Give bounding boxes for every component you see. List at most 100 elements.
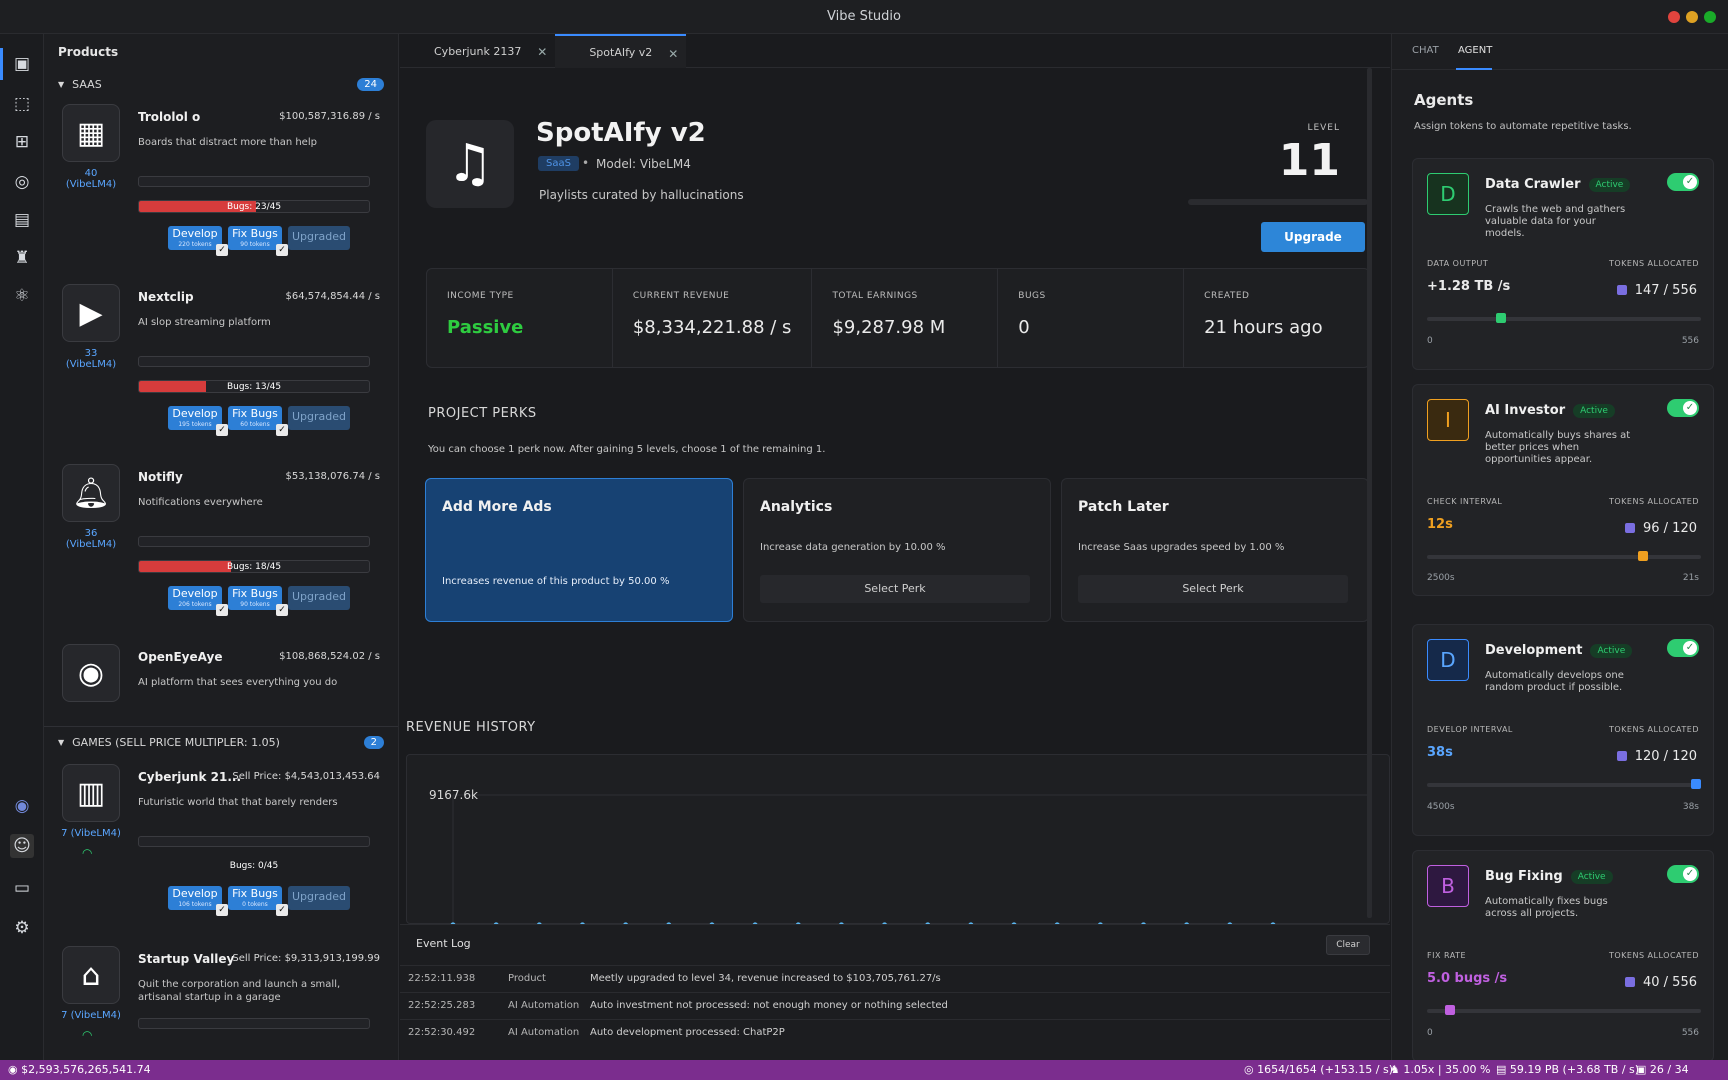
upgrade-button[interactable]: Upgrade (1261, 222, 1365, 252)
tokens-slider[interactable] (1427, 313, 1701, 323)
database-icon: ▤ (1496, 1063, 1510, 1076)
product-level: 7 (VibeLM4) (61, 828, 121, 839)
agent-desc: Automatically develops one random produc… (1485, 670, 1624, 693)
perk-card-add-more-ads[interactable]: Add More Ads Increases revenue of this p… (425, 478, 733, 622)
develop-button[interactable]: Develop 206 tokens ✓ (168, 586, 228, 616)
product-card[interactable]: ▥ 7 (VibeLM4) ◠ Cyberjunk 21... Sell Pri… (58, 764, 388, 944)
tokens-slider[interactable] (1427, 1005, 1701, 1015)
agent-avatar: I (1427, 399, 1469, 441)
tab-spotaify[interactable]: SpotAIfy v2 ✕ (555, 34, 687, 68)
target-icon[interactable]: ◎ (10, 170, 34, 194)
perk-desc: Increase data generation by 10.00 % (760, 542, 946, 553)
fix-bugs-button[interactable]: Fix Bugs 90 tokens ✓ (228, 586, 288, 616)
slider-max: 556 (1681, 336, 1699, 346)
discord-icon[interactable]: ◉ (10, 794, 34, 818)
checkbox[interactable]: ✓ (276, 904, 288, 916)
perk-desc: Increase Saas upgrades speed by 1.00 % (1078, 542, 1285, 553)
product-card[interactable]: ⌂ 7 (VibeLM4) ◠ Startup Valley Sell Pric… (58, 946, 388, 1060)
progress-bar (138, 1018, 370, 1029)
revenue-chart: 9167.6k (406, 754, 1390, 924)
robot-arm-icon[interactable]: ♜ (10, 246, 34, 270)
select-perk-button[interactable]: Select Perk (760, 575, 1030, 603)
checkbox[interactable]: ✓ (216, 244, 228, 256)
ai-icon[interactable]: ▤ (10, 208, 34, 232)
log-row: 22:52:11.938 Product Meetly upgraded to le… (400, 965, 1390, 992)
tab-chat[interactable]: CHAT (1412, 45, 1439, 56)
product-card[interactable]: 🔔︎ 36 (VibeLM4) Notifly $53,138,076.74 /… (58, 464, 388, 644)
tokens-slider[interactable] (1427, 551, 1701, 561)
chip-icon[interactable]: ⬚ (10, 92, 34, 116)
close-window-button[interactable] (1668, 11, 1680, 23)
agent-card-bug-fixing: B Bug Fixing Active Automatically fixes b… (1412, 850, 1714, 1062)
checkbox[interactable]: ✓ (276, 244, 288, 256)
checkbox[interactable]: ✓ (216, 424, 228, 436)
product-rate: Sell Price: $4,543,013,453.64 (232, 771, 380, 782)
close-icon[interactable]: ✕ (668, 47, 678, 61)
select-perk-button[interactable]: Select Perk (1078, 575, 1348, 603)
tab-cyberjunk[interactable]: Cyberjunk 2137 ✕ (400, 34, 555, 68)
upgraded-button[interactable]: Upgraded (288, 886, 350, 910)
fix-bugs-button[interactable]: Fix Bugs 90 tokens ✓ (228, 226, 288, 256)
metric-label: DEVELOP INTERVAL (1427, 725, 1513, 734)
product-card[interactable]: ▶ 33 (VibeLM4) Nextclip $64,574,854.44 /… (58, 284, 388, 464)
slider-min: 0 (1427, 336, 1433, 346)
stat-current-revenue: CURRENT REVENUE $8,334,221.88 / s (613, 269, 813, 367)
slider-handle[interactable] (1495, 313, 1506, 323)
product-name: Cyberjunk 21... (138, 770, 242, 784)
agent-toggle[interactable] (1667, 639, 1699, 657)
agent-toggle[interactable] (1667, 173, 1699, 191)
slots-status: ▣ 26 / 34 (1636, 1063, 1689, 1076)
slider-handle[interactable] (1691, 779, 1701, 789)
tokens-value: 40 / 556 (1625, 975, 1697, 990)
speed-status: ♞ 1.05x | 35.00 % (1390, 1063, 1491, 1076)
close-icon[interactable]: ✕ (537, 45, 547, 59)
games-group-header[interactable]: ▼ GAMES (SELL PRICE MULTIPLER: 1.05) 2 (58, 736, 384, 749)
slider-handle[interactable] (1445, 1005, 1456, 1015)
develop-button[interactable]: Develop 220 tokens ✓ (168, 226, 228, 256)
perk-card-analytics: Analytics Increase data generation by 10… (743, 478, 1051, 622)
revenue-history-title: REVENUE HISTORY (406, 720, 536, 735)
minimize-window-button[interactable] (1686, 11, 1698, 23)
scrollbar[interactable] (1367, 68, 1372, 918)
checkbox[interactable]: ✓ (216, 904, 228, 916)
apps-icon[interactable]: ⊞ (10, 130, 34, 154)
avatar[interactable]: ☺ (10, 834, 34, 858)
network-icon[interactable]: ⚛ (10, 284, 34, 308)
tab-agent[interactable]: AGENT (1455, 45, 1493, 70)
tokens-slider[interactable] (1427, 779, 1701, 789)
bugs-label: Bugs: 23/45 (226, 202, 282, 212)
checkbox[interactable]: ✓ (276, 424, 288, 436)
saas-group-header[interactable]: ▼ SAAS 24 (58, 78, 384, 91)
fix-bugs-button[interactable]: Fix Bugs 0 tokens ✓ (228, 886, 288, 916)
fix-bugs-button[interactable]: Fix Bugs 60 tokens ✓ (228, 406, 288, 436)
product-desc: AI slop streaming platform (138, 317, 271, 328)
product-card[interactable]: ▦ 40 (VibeLM4) Trololol o $100,587,316.8… (58, 104, 388, 284)
active-badge: Active (1590, 644, 1633, 658)
tokens-value: 96 / 120 (1625, 521, 1697, 536)
token-icon (1625, 523, 1635, 533)
level-progress-bar (1188, 199, 1368, 205)
agent-avatar: D (1427, 173, 1469, 215)
save-icon[interactable]: ▭ (10, 876, 34, 900)
tokens-label: TOKENS ALLOCATED (1608, 497, 1699, 506)
product-level: 33 (VibeLM4) (65, 348, 117, 370)
clear-log-button[interactable]: Clear (1326, 935, 1370, 955)
slider-min: 0 (1427, 1028, 1433, 1038)
slider-handle[interactable] (1638, 551, 1649, 561)
product-card[interactable]: ◉ OpenEyeAye $108,868,524.02 / s AI plat… (58, 644, 388, 702)
gear-icon[interactable]: ⚙ (10, 916, 34, 940)
bugs-bar: Bugs: 23/45 (138, 200, 370, 213)
agent-toggle[interactable] (1667, 865, 1699, 883)
upgraded-button[interactable]: Upgraded (288, 406, 350, 430)
checkbox[interactable]: ✓ (276, 604, 288, 616)
develop-button[interactable]: Develop 106 tokens ✓ (168, 886, 228, 916)
wifi-icon: ◠ (82, 1028, 93, 1042)
products-icon[interactable]: ▣ (10, 52, 34, 76)
upgraded-button[interactable]: Upgraded (288, 586, 350, 610)
agent-toggle[interactable] (1667, 399, 1699, 417)
upgraded-button[interactable]: Upgraded (288, 226, 350, 250)
checkbox[interactable]: ✓ (216, 604, 228, 616)
perks-title: PROJECT PERKS (428, 406, 537, 421)
develop-button[interactable]: Develop 195 tokens ✓ (168, 406, 228, 436)
maximize-window-button[interactable] (1704, 11, 1716, 23)
